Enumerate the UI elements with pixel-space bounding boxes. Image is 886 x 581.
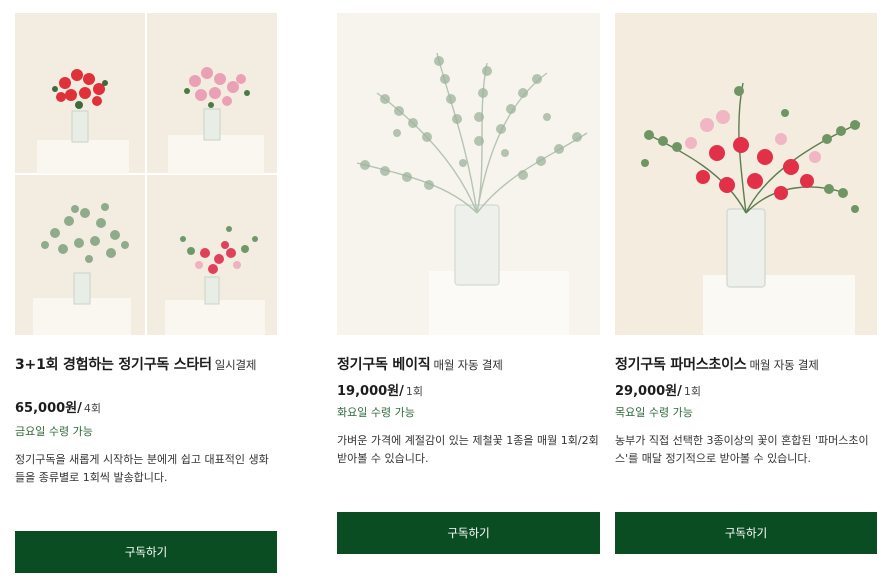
product-description: 가벼운 가격에 계절감이 있는 제철꽃 1종을 매월 1회/2회 받아볼 수 있… (337, 434, 599, 465)
product-title-text: 3+1회 경험하는 정기구독 스타터 (15, 357, 212, 373)
price-amount: 29,000원/ (615, 384, 682, 399)
delivery-day: 화요일 수령 가능 (337, 406, 415, 419)
delivery-day: 목요일 수령 가능 (615, 406, 693, 419)
eucalyptus-vase-image[interactable] (337, 13, 600, 335)
payment-type-text: 매월 자동 결제 (433, 358, 503, 372)
subscribe-button[interactable]: 구독하기 (15, 531, 277, 573)
price-unit: 4회 (83, 402, 101, 415)
flower-collage-image[interactable] (15, 13, 277, 335)
price-unit: 1회 (405, 385, 423, 398)
product-price: 29,000원/1회 (615, 380, 701, 399)
product-description: 정기구독을 새롭게 시작하는 분에게 쉽고 대표적인 생화들을 종류별로 1회씩… (15, 453, 269, 484)
product-title-text: 정기구독 파머스초이스 (615, 357, 747, 373)
delivery-day: 금요일 수령 가능 (15, 425, 93, 438)
product-description: 농부가 직접 선택한 3종이상의 꽃이 혼합된 '파머스초이스'를 매달 정기적… (615, 434, 869, 465)
price-amount: 19,000원/ (337, 384, 404, 399)
payment-type-text: 매월 자동 결제 (749, 358, 819, 372)
product-title: 3+1회 경험하는 정기구독 스타터 일시결제 (15, 356, 277, 375)
subscribe-button[interactable]: 구독하기 (615, 512, 877, 554)
payment-type-text: 일시결제 (214, 358, 257, 372)
product-price: 19,000원/1회 (337, 380, 423, 399)
subscribe-button[interactable]: 구독하기 (337, 512, 600, 554)
price-amount: 65,000원/ (15, 401, 82, 416)
price-unit: 1회 (683, 385, 701, 398)
mixed-bouquet-image[interactable] (615, 13, 877, 335)
product-price: 65,000원/4회 (15, 397, 101, 416)
product-title-text: 정기구독 베이직 (337, 357, 431, 373)
product-title: 정기구독 베이직 매월 자동 결제 (337, 356, 600, 375)
product-title: 정기구독 파머스초이스 매월 자동 결제 (615, 356, 877, 375)
